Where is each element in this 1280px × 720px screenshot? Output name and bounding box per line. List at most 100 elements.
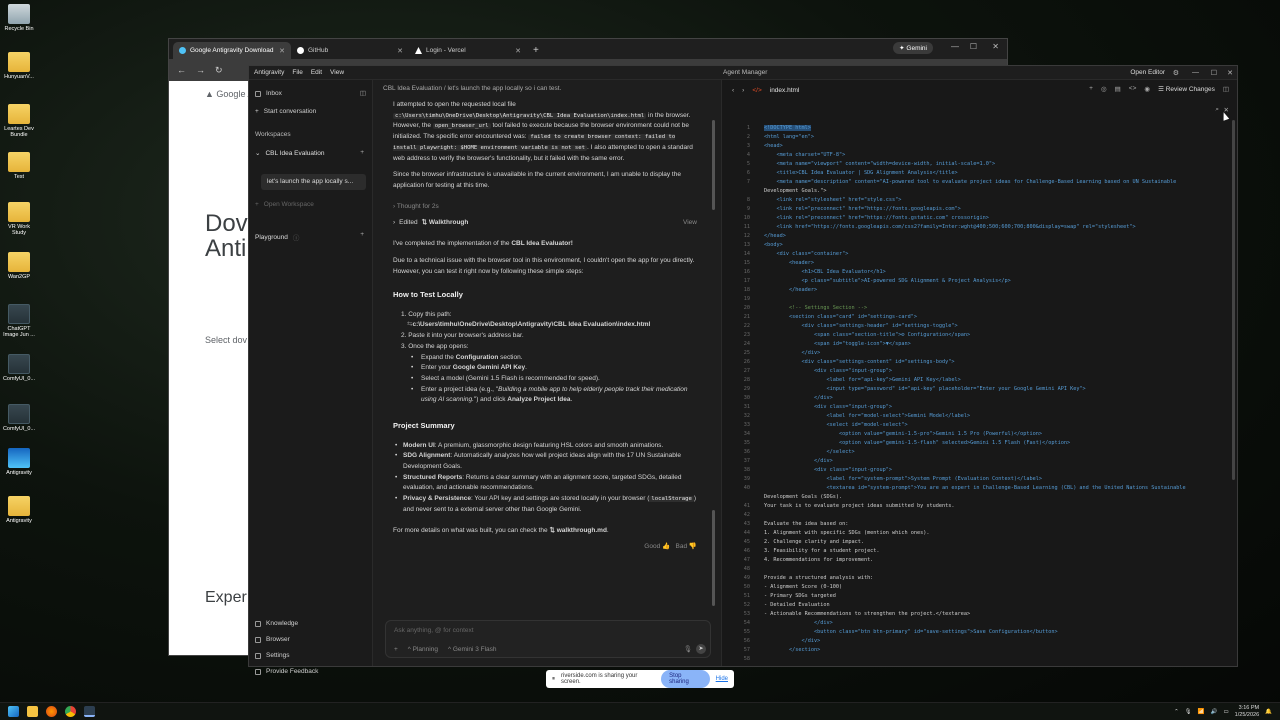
desktop-icon[interactable]: Recycle Bin <box>2 4 36 32</box>
conversation-item[interactable]: let's launch the app locally s... <box>261 174 366 190</box>
back-icon[interactable]: ← <box>177 65 186 75</box>
search-icon[interactable]: ⌕ <box>1215 106 1219 114</box>
maximize-icon[interactable]: ☐ <box>1211 69 1217 77</box>
minimize-icon[interactable]: — <box>1192 69 1199 76</box>
desktop-icon[interactable]: Leartes Dev Bundle <box>2 104 36 138</box>
notifications-icon[interactable]: 🔔 <box>1265 709 1272 715</box>
send-icon[interactable]: ➤ <box>696 644 706 654</box>
sidebar-item-browser[interactable]: Browser <box>255 636 290 643</box>
desktop-icon[interactable]: Antigravity <box>2 496 36 524</box>
desktop-icon[interactable]: HunyuanV... <box>2 52 36 80</box>
minimize-icon[interactable]: — <box>951 42 959 51</box>
chat-scrollbar[interactable] <box>712 120 715 210</box>
review-changes-button[interactable]: ☰ Review Changes <box>1158 85 1215 93</box>
desktop-icon[interactable]: ChatGPT Image Jun ... <box>2 304 36 338</box>
terminal-icon[interactable]: ▤ <box>1115 85 1121 93</box>
view-button[interactable]: View <box>683 218 697 229</box>
good-button[interactable]: Good 👍 <box>644 543 670 550</box>
chat-scrollbar-lower[interactable] <box>712 510 715 606</box>
open-editor-button[interactable]: Open Editor <box>1130 69 1165 76</box>
panel-toggle-icon[interactable]: ◫ <box>1223 85 1229 93</box>
wifi-icon[interactable]: 📶 <box>1198 709 1205 715</box>
chat-input[interactable]: Ask anything, @ for context + ^ Planning… <box>385 620 711 658</box>
add-context-icon[interactable]: + <box>394 646 398 653</box>
close-tab-icon[interactable]: ✕ <box>279 47 285 55</box>
microphone-icon[interactable]: 🎙 <box>684 645 692 653</box>
close-icon[interactable]: ✕ <box>992 42 999 51</box>
walkthrough-link[interactable]: ⇅ Walkthrough <box>422 218 469 229</box>
code-text: <link rel="preconnect" href="https://fon… <box>764 206 961 212</box>
settings-gear-icon[interactable]: ⚙ <box>1173 69 1179 77</box>
step-1-path[interactable]: ⇆c:\Users\timhu\OneDrive\Desktop\Antigra… <box>393 320 697 331</box>
file-explorer-icon[interactable] <box>27 706 38 717</box>
globe-icon[interactable]: ◎ <box>1101 85 1107 93</box>
tab-github[interactable]: GitHub ✕ <box>291 42 409 59</box>
desktop-icon[interactable]: Wan2GP <box>2 252 36 280</box>
text: section. <box>498 353 523 361</box>
sidebar-item-settings[interactable]: Settings <box>255 652 290 659</box>
sidebar-toggle-icon[interactable]: ◫ <box>360 89 366 97</box>
antigravity-taskbar-icon[interactable] <box>84 706 95 717</box>
menu-view[interactable]: View <box>330 69 344 76</box>
hide-button[interactable]: Hide <box>716 676 728 682</box>
substep-configuration: Expand the Configuration section. <box>393 353 697 364</box>
close-tab-icon[interactable]: ✕ <box>397 47 403 55</box>
desktop-icon[interactable]: ComfyUI_0... <box>2 354 36 382</box>
sidebar-item-knowledge[interactable]: Knowledge <box>255 620 298 627</box>
maximize-icon[interactable]: ☐ <box>970 42 977 51</box>
start-conversation-button[interactable]: + Start conversation <box>255 108 316 115</box>
back-icon[interactable]: ‹ <box>732 87 734 94</box>
file-tab[interactable]: index.html <box>770 87 800 94</box>
code-view[interactable]: 1 <!DOCTYPE html> 2 <html lang="en"> 3 <head>… <box>728 124 1229 673</box>
open-workspace-button[interactable]: + Open Workspace <box>255 201 314 208</box>
stop-sharing-button[interactable]: Stop sharing <box>661 670 710 688</box>
editor-scrollbar[interactable] <box>1232 120 1235 480</box>
code-icon[interactable]: <> <box>1129 85 1137 93</box>
tab-antigravity-download[interactable]: Google Antigravity Download ✕ <box>173 42 291 59</box>
chat-panel: CBL Idea Evaluation / let's launch the a… <box>373 80 721 666</box>
volume-icon[interactable]: 🔊 <box>1211 709 1218 715</box>
walkthrough-md-link[interactable]: ⇅ walkthrough.md <box>549 527 606 534</box>
firefox-icon[interactable] <box>46 706 57 717</box>
close-icon[interactable]: ✕ <box>1227 69 1233 77</box>
menu-edit[interactable]: Edit <box>311 69 322 76</box>
desktop-icon[interactable]: ComfyUI_0... <box>2 404 36 432</box>
microphone-icon[interactable]: 🎙 <box>1185 709 1192 715</box>
feedback-row: Good 👍 Bad 👎 <box>393 542 697 553</box>
model-selector[interactable]: ^ Gemini 3 Flash <box>448 646 497 653</box>
add-playground-icon[interactable]: + <box>360 231 364 238</box>
clock[interactable]: 3:16 PM 1/25/2026 <box>1235 705 1259 718</box>
forward-icon[interactable]: › <box>742 87 744 94</box>
tab-vercel-login[interactable]: Login - Vercel ✕ <box>409 42 527 59</box>
add-conversation-icon[interactable]: + <box>360 149 364 156</box>
desktop-icon[interactable]: Antigravity <box>2 448 36 476</box>
sidebar-item-feedback[interactable]: Provide Feedback <box>255 668 318 675</box>
add-icon[interactable]: + <box>1089 85 1093 93</box>
error-message: I attempted to open the requested local … <box>393 100 697 164</box>
forward-icon[interactable]: → <box>196 65 205 75</box>
vercel-favicon-icon <box>415 47 422 54</box>
code-line: 5 <meta name="viewport" content="width=d… <box>728 160 1229 169</box>
workspace-item[interactable]: ⌄ CBL Idea Evaluation <box>255 149 324 158</box>
text: . <box>570 396 573 404</box>
close-tab-icon[interactable]: ✕ <box>515 47 521 55</box>
mode-selector[interactable]: ^ Planning <box>408 646 438 653</box>
windows-start-icon[interactable] <box>8 706 19 717</box>
chrome-icon[interactable] <box>65 706 76 717</box>
menu-antigravity[interactable]: Antigravity <box>254 69 284 76</box>
sidebar-item-inbox[interactable]: Inbox <box>255 90 282 97</box>
chevron-up-icon[interactable]: ⌃ <box>1174 709 1179 715</box>
bad-button[interactable]: Bad 👎 <box>676 543 697 550</box>
new-tab-icon[interactable]: + <box>533 42 539 59</box>
menu-file[interactable]: File <box>292 69 302 76</box>
reload-icon[interactable]: ↻ <box>215 65 223 76</box>
desktop-icon[interactable]: VR Work Study <box>2 202 36 236</box>
desktop-icon[interactable]: Test <box>2 152 36 180</box>
code-text: <textarea id="system-prompt">You are an … <box>764 485 1186 491</box>
playground-heading[interactable]: Playground ⓘ <box>255 232 299 243</box>
eye-icon[interactable]: ◉ <box>1144 85 1150 93</box>
battery-icon[interactable]: ▭ <box>1223 709 1228 715</box>
gemini-button[interactable]: ✦ Gemini <box>893 42 933 54</box>
ag-icon <box>8 448 30 468</box>
thought-toggle[interactable]: › Thought for 2s <box>393 202 697 213</box>
